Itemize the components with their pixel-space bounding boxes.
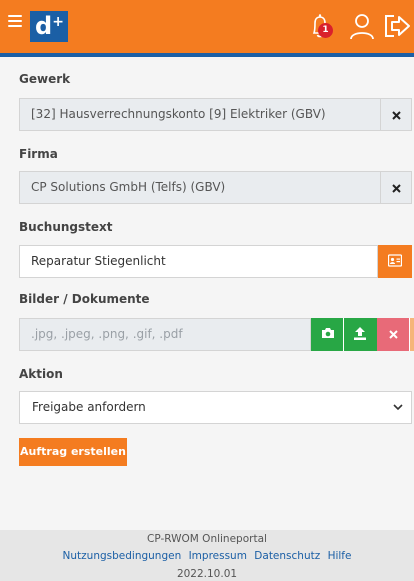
privacy-link[interactable]: Datenschutz [254,550,320,562]
camera-button[interactable] [311,318,344,351]
logout-icon[interactable] [381,10,413,42]
footer: CP-RWOM Onlineportal Nutzungsbedingungen… [0,530,414,581]
footer-links: Nutzungsbedingungen Impressum Datenschut… [0,550,414,562]
buchungstext-label: Buchungstext [19,220,113,234]
close-icon [392,184,401,193]
remove-file-button[interactable] [377,318,410,351]
terms-link[interactable]: Nutzungsbedingungen [63,550,182,562]
app-logo[interactable]: d+ [30,11,68,42]
create-order-button[interactable]: Auftrag erstellen [19,438,127,466]
help-link[interactable]: Hilfe [328,550,352,562]
file-input[interactable]: .jpg, .jpeg, .png, .gif, .pdf [19,318,311,351]
file-view-button[interactable] [410,318,414,351]
gewerk-clear-button[interactable] [381,98,412,131]
camera-icon [322,328,334,338]
address-card-icon [388,254,402,267]
buchungstext-input[interactable]: Reparatur Stiegenlicht [19,245,378,278]
upload-button[interactable] [344,318,377,351]
firma-clear-button[interactable] [381,171,412,204]
app-header: d+ 1 [0,0,414,57]
aktion-label: Aktion [19,367,63,381]
footer-title: CP-RWOM Onlineportal [147,533,267,545]
imprint-link[interactable]: Impressum [189,550,247,562]
menu-icon[interactable] [8,15,22,27]
firma-field[interactable]: CP Solutions GmbH (Telfs) (GBV) [19,171,381,204]
aktion-select[interactable]: Freigabe anfordern [19,391,412,424]
firma-label: Firma [19,147,58,161]
close-icon [389,330,398,339]
notification-badge: 1 [318,23,333,38]
close-icon [392,111,401,120]
upload-icon [354,327,366,340]
aktion-selected-value: Freigabe anfordern [32,400,146,414]
chevron-down-icon [393,404,403,411]
text-template-button[interactable] [378,245,412,278]
bilder-label: Bilder / Dokumente [19,292,150,306]
user-icon[interactable] [346,10,378,42]
gewerk-field[interactable]: [32] Hausverrechnungskonto [9] Elektrike… [19,98,381,131]
gewerk-label: Gewerk [19,72,71,86]
footer-version: 2022.10.01 [176,568,238,580]
